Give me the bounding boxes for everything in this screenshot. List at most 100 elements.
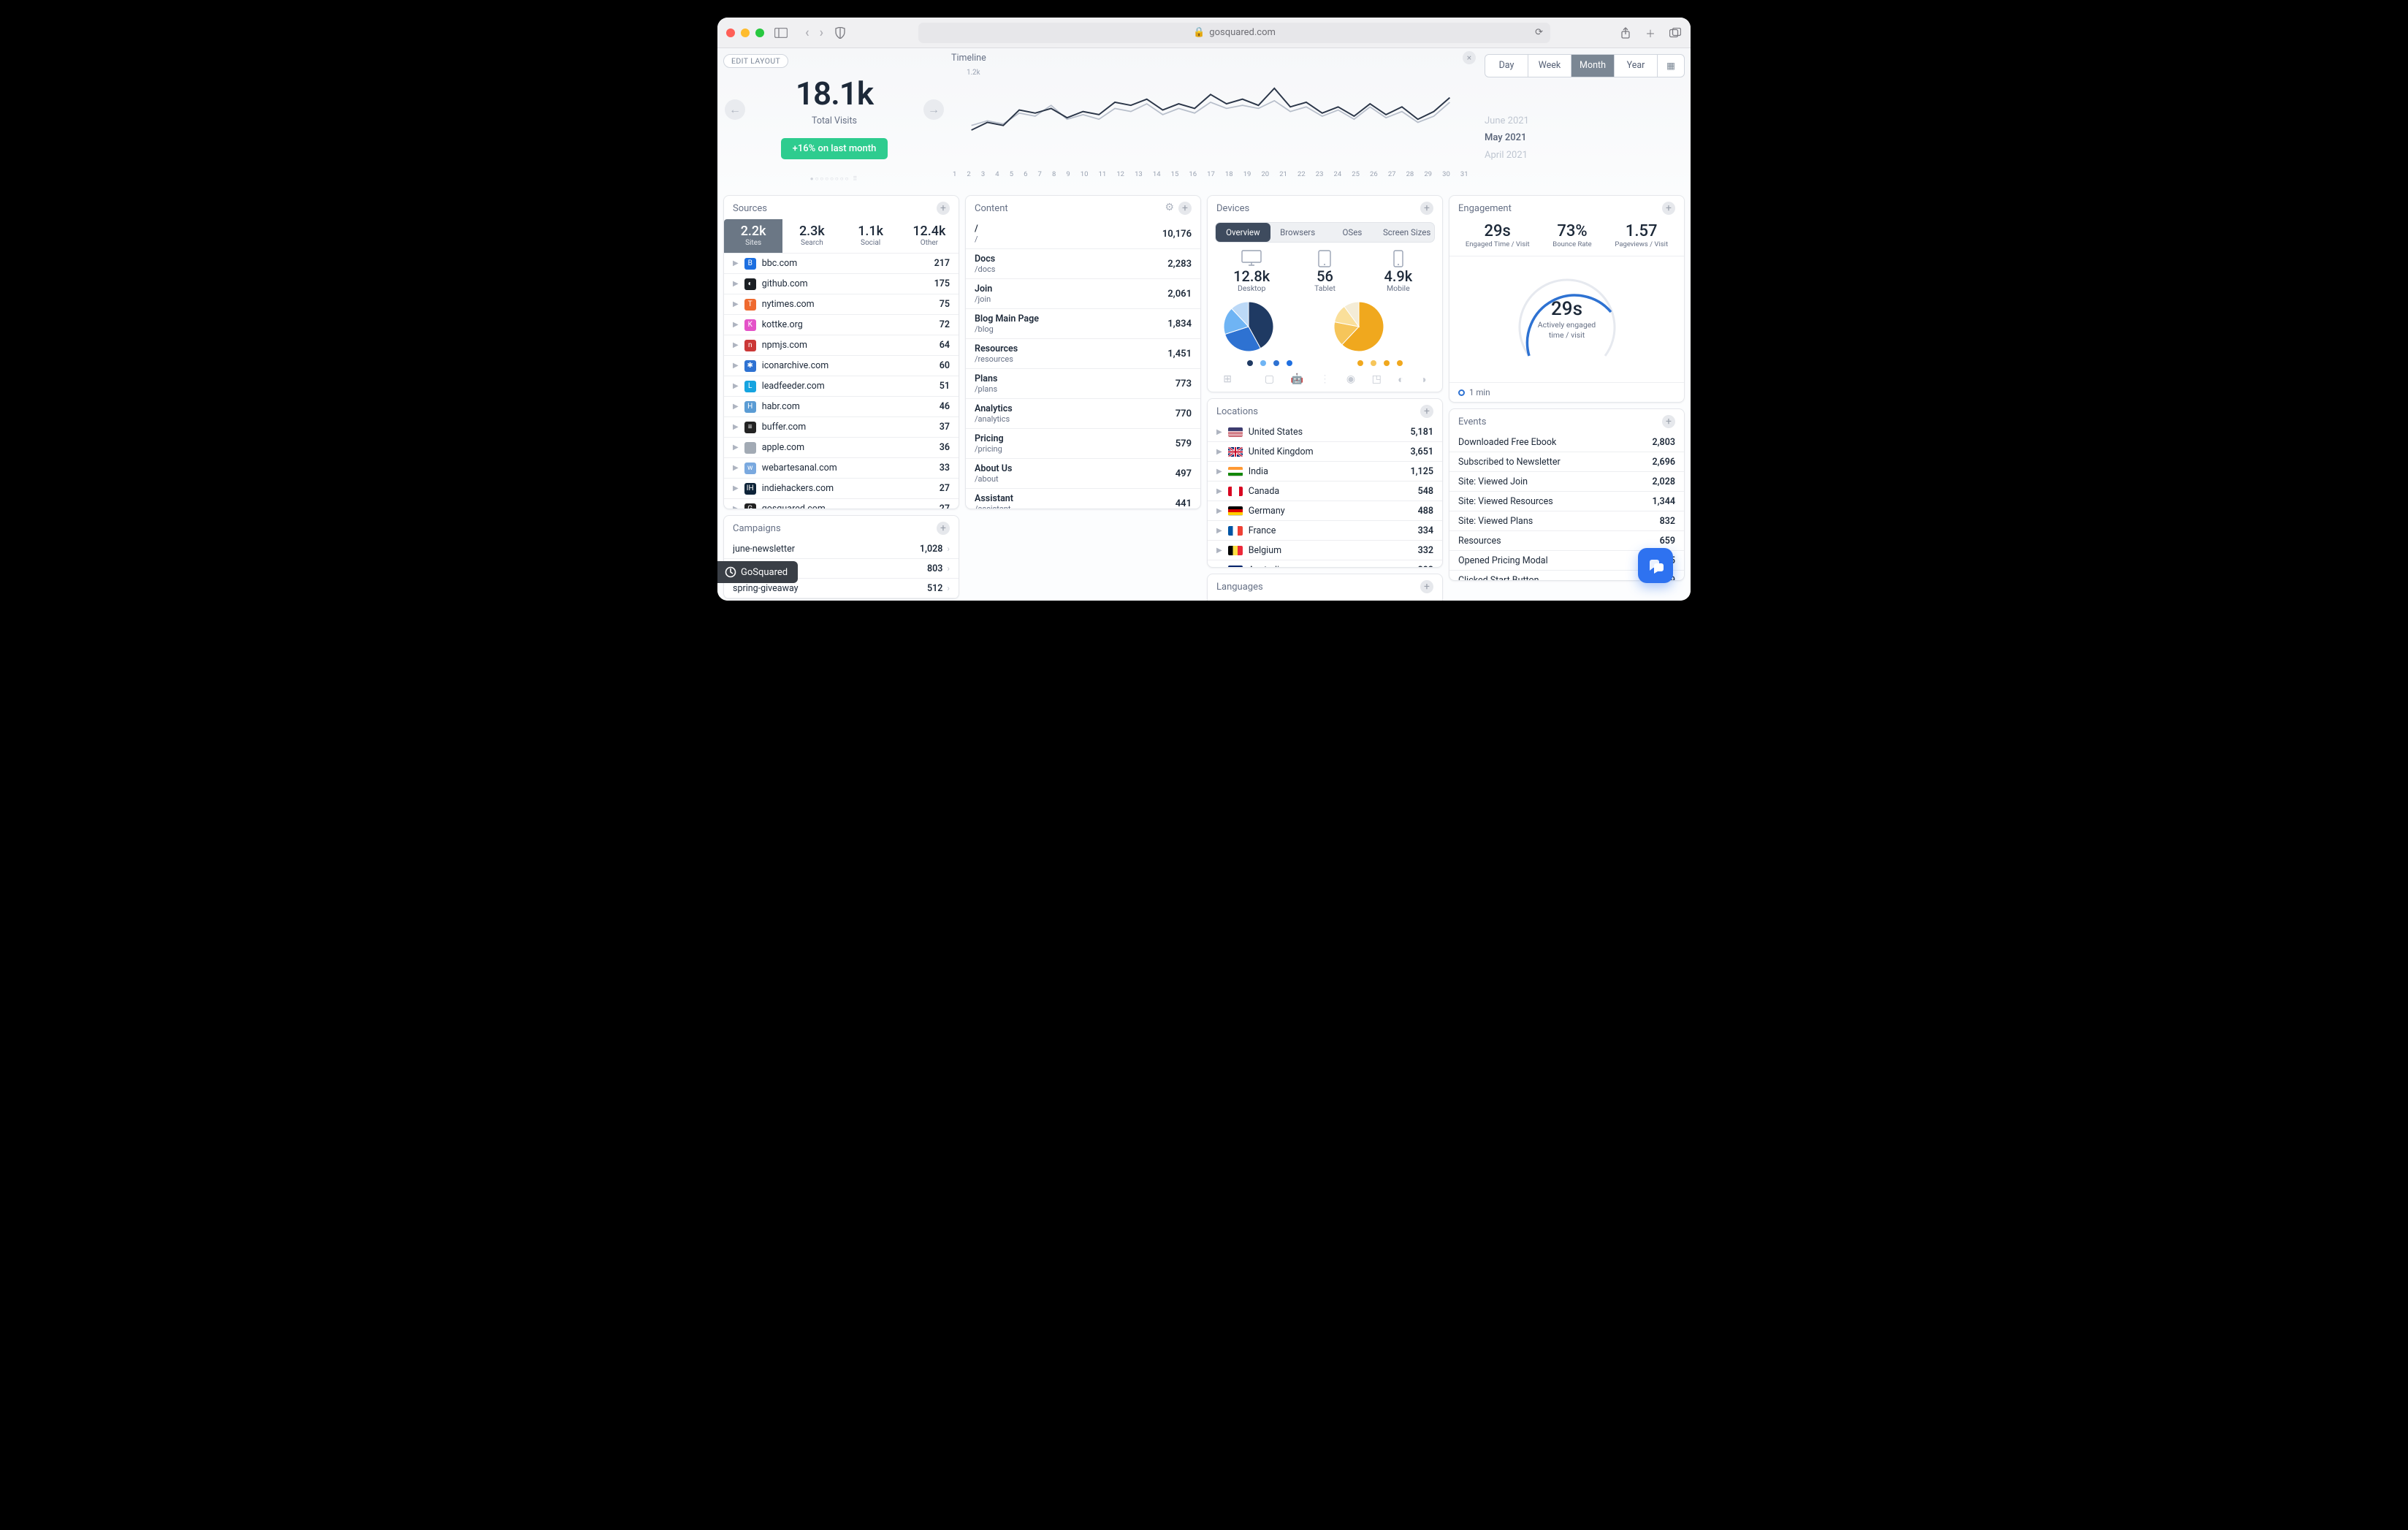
sources-stat-tab[interactable]: 12.4kOther	[900, 219, 959, 253]
content-row[interactable]: Join/join2,061	[966, 279, 1200, 309]
range-column: DayWeekMonthYear▦ June 2021May 2021April…	[1479, 48, 1691, 189]
range-tab-day[interactable]: Day	[1485, 55, 1528, 77]
devices-tab[interactable]: Overview	[1216, 223, 1270, 242]
panel-add-button[interactable]: +	[937, 202, 950, 215]
content-row[interactable]: About Us/about497	[966, 459, 1200, 489]
range-tabs: DayWeekMonthYear▦	[1485, 54, 1685, 77]
location-row[interactable]: ▶United States5,181	[1208, 422, 1442, 442]
minimize-window-button[interactable]	[741, 28, 750, 37]
event-row[interactable]: Downloaded Free Ebook2,803	[1449, 433, 1684, 452]
content-row[interactable]: Plans/plans773	[966, 369, 1200, 399]
sources-stat-tab[interactable]: 1.1kSocial	[842, 219, 900, 253]
gear-icon[interactable]: ⚙	[1165, 202, 1174, 215]
panel-add-button[interactable]: +	[1420, 202, 1433, 215]
source-row[interactable]: ▶✱iconarchive.com60	[724, 356, 959, 376]
event-row[interactable]: Subscribed to Newsletter2,696	[1449, 452, 1684, 472]
flag-icon	[1228, 526, 1243, 536]
tab-overview-icon[interactable]	[1669, 26, 1682, 39]
source-row[interactable]: ▶apple.com36	[724, 438, 959, 458]
source-row[interactable]: ▶Lleadfeeder.com51	[724, 376, 959, 397]
timeline-close-button[interactable]: ×	[1463, 51, 1476, 64]
content-row[interactable]: Blog Main Page/blog1,834	[966, 309, 1200, 339]
url-bar[interactable]: 🔒 gosquared.com ⟳	[918, 23, 1550, 43]
nav-back-button[interactable]: ‹	[805, 25, 809, 40]
event-row[interactable]: Site: Viewed Resources1,344	[1449, 492, 1684, 511]
language-row[interactable]: English (United States)9,195	[1208, 598, 1442, 601]
event-row[interactable]: Site: Viewed Plans832	[1449, 511, 1684, 531]
month-option[interactable]: May 2021	[1485, 129, 1685, 146]
source-row[interactable]: ▶Hhabr.com46	[724, 397, 959, 417]
mobile-label: Mobile	[1362, 283, 1435, 293]
content-row[interactable]: Pricing/pricing579	[966, 429, 1200, 459]
panel-add-button[interactable]: +	[1420, 405, 1433, 418]
source-row[interactable]: ▶Ggosquared.com27	[724, 499, 959, 509]
panel-add-button[interactable]: +	[1178, 202, 1192, 215]
share-icon[interactable]	[1619, 26, 1632, 39]
month-option[interactable]: June 2021	[1485, 113, 1685, 129]
engagement-stat: 73%Bounce Rate	[1552, 222, 1591, 248]
timeline-panel: Timeline × 1.2k 123456789101112131415161…	[951, 48, 1479, 189]
devices-tab[interactable]: OSes	[1325, 223, 1380, 242]
devices-title: Devices	[1216, 203, 1249, 214]
range-tab-year[interactable]: Year	[1615, 55, 1658, 77]
source-row[interactable]: ▶IHindiehackers.com27	[724, 479, 959, 499]
content-row[interactable]: Docs/docs2,283	[966, 249, 1200, 279]
timeline-ylabel: 1.2k	[967, 69, 980, 77]
campaign-row[interactable]: june-newsletter1,028›	[724, 539, 959, 559]
source-row[interactable]: ▶Tnytimes.com75	[724, 294, 959, 315]
sources-title: Sources	[733, 203, 767, 214]
chrome-icon: ◳	[1372, 373, 1382, 386]
summary-headline: 18.1k	[729, 77, 940, 110]
location-row[interactable]: ▶Australia293	[1208, 560, 1442, 568]
summary-pager-dots[interactable]: ●○○○○○○○ ⠿	[729, 175, 940, 182]
sidebar-toggle-icon[interactable]	[774, 26, 788, 39]
flag-icon	[1228, 487, 1243, 496]
panel-add-button[interactable]: +	[1662, 202, 1675, 215]
reload-icon[interactable]: ⟳	[1535, 27, 1543, 38]
sources-stat-tab[interactable]: 2.3kSearch	[782, 219, 841, 253]
source-row[interactable]: ▶Kkottke.org72	[724, 315, 959, 335]
range-tab-month[interactable]: Month	[1571, 55, 1615, 77]
devices-tab[interactable]: Browsers	[1270, 223, 1325, 242]
chat-button[interactable]	[1638, 548, 1673, 583]
content-row[interactable]: Analytics/analytics770	[966, 399, 1200, 429]
location-row[interactable]: ▶Belgium332	[1208, 541, 1442, 560]
panel-add-button[interactable]: +	[937, 522, 950, 535]
privacy-shield-icon[interactable]	[834, 26, 847, 39]
source-row[interactable]: ▶Bbbc.com217	[724, 254, 959, 274]
month-option[interactable]: April 2021	[1485, 147, 1685, 164]
location-row[interactable]: ▶France334	[1208, 521, 1442, 541]
location-row[interactable]: ▶India1,125	[1208, 462, 1442, 482]
range-tab-week[interactable]: Week	[1528, 55, 1571, 77]
edge-icon: ◑	[1420, 373, 1426, 386]
source-row[interactable]: ▶nnpmjs.com64	[724, 335, 959, 356]
desktop-label: Desktop	[1215, 283, 1288, 293]
mobile-pie	[1333, 300, 1428, 366]
engagement-arc: 29s Actively engagedtime / visit	[1501, 268, 1633, 370]
nav-forward-button[interactable]: ›	[820, 25, 823, 40]
languages-title: Languages	[1216, 582, 1263, 593]
summary-next-button[interactable]: →	[923, 99, 944, 120]
gosquared-badge[interactable]: GoSquared	[717, 561, 798, 583]
summary-prev-button[interactable]: ←	[725, 99, 745, 120]
location-row[interactable]: ▶United Kingdom3,651	[1208, 442, 1442, 462]
new-tab-icon[interactable]: ＋	[1644, 26, 1657, 39]
zoom-window-button[interactable]	[755, 28, 764, 37]
source-row[interactable]: ▶◐github.com175	[724, 274, 959, 294]
content-row[interactable]: Assistant/assistant441	[966, 489, 1200, 509]
locations-title: Locations	[1216, 406, 1258, 417]
devices-tab[interactable]: Screen Sizes	[1379, 223, 1434, 242]
content-row[interactable]: Resources/resources1,451	[966, 339, 1200, 369]
content-row[interactable]: //10,176	[966, 219, 1200, 249]
source-row[interactable]: ▶wwebartesanal.com33	[724, 458, 959, 479]
event-row[interactable]: Site: Viewed Join2,028	[1449, 472, 1684, 492]
location-row[interactable]: ▶Canada548	[1208, 482, 1442, 501]
close-window-button[interactable]	[726, 28, 735, 37]
location-row[interactable]: ▶Germany488	[1208, 501, 1442, 521]
sources-stat-tab[interactable]: 2.2kSites	[724, 219, 782, 253]
calendar-icon[interactable]: ▦	[1658, 55, 1684, 77]
engagement-stat: 1.57Pageviews / Visit	[1615, 222, 1668, 248]
source-row[interactable]: ▶≡buffer.com37	[724, 417, 959, 438]
panel-add-button[interactable]: +	[1420, 580, 1433, 593]
panel-add-button[interactable]: +	[1662, 415, 1675, 428]
